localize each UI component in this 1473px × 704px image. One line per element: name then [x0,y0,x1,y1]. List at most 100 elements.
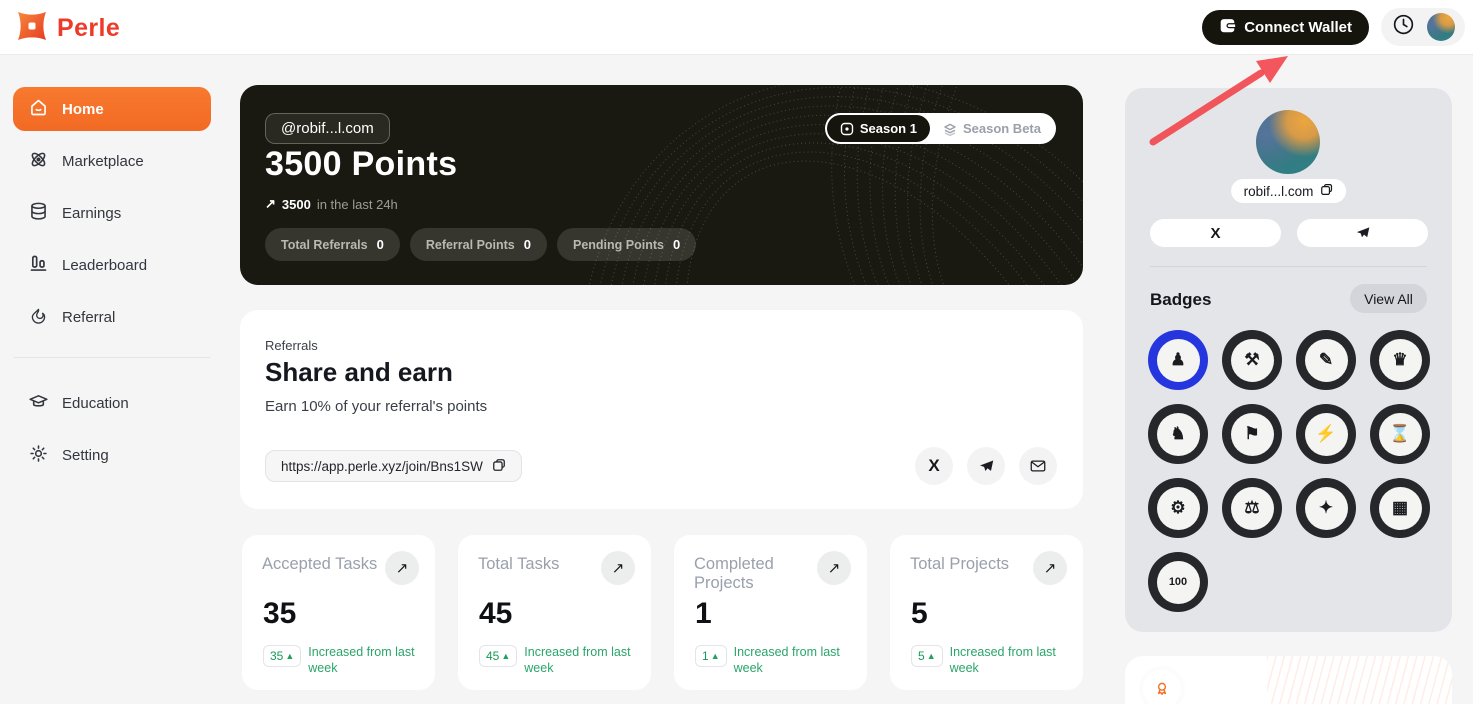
education-cap-icon [28,391,49,416]
sidebar-item-home[interactable]: Home [13,87,211,131]
triangle-up-icon: ▲ [501,651,510,661]
badge-novice[interactable]: ♟ [1148,330,1208,390]
total-referrals-pill: Total Referrals0 [265,228,400,261]
marketplace-icon [28,149,49,174]
triangle-up-icon: ▲ [927,651,936,661]
delta-text: in the last 24h [317,197,398,212]
season-icon [840,122,854,136]
triangle-up-icon: ▲ [711,651,720,661]
copy-icon[interactable] [1320,183,1333,199]
connect-wallet-button[interactable]: Connect Wallet [1202,10,1369,45]
referral-card: Referrals Share and earn Earn 10% of you… [240,310,1083,509]
top-bar: Perle Connect Wallet [0,0,1473,55]
arrow-up-right-icon: ↗ [396,559,409,577]
tab-season-1[interactable]: Season 1 [827,115,930,142]
sidebar-divider [14,357,210,358]
open-completed-projects-button[interactable]: ↗ [817,551,851,585]
telegram-icon [978,458,995,475]
medal-icon [1153,680,1171,698]
banner-stat-pills: Total Referrals0 Referral Points0 Pendin… [265,228,696,261]
stat-change: 5▲ Increased from last week [911,645,1058,676]
share-buttons: X [915,447,1057,485]
points-banner: @robif...l.com 3500 Points ↗ 3500 in the… [240,85,1083,285]
badges-title: Badges [1150,290,1211,310]
layers-icon [943,122,957,136]
gear-icon [28,443,49,468]
profile-avatar [1256,110,1320,174]
stat-value: 35 [263,597,296,631]
arrow-up-right-icon: ↗ [828,559,841,577]
stat-card-total-tasks: Total Tasks ↗ 45 45▲ Increased from last… [458,535,651,690]
arrow-up-right-icon: ↗ [265,196,276,212]
badge-glyph: ⚙ [1170,498,1185,518]
leaderboard-icon [28,253,49,278]
badge-trailblazer[interactable]: ⚑ [1222,404,1282,464]
sidebar-item-referral[interactable]: Referral [13,295,211,339]
profile-name-pill[interactable]: robif...l.com [1231,179,1347,203]
referral-link[interactable]: https://app.perle.xyz/join/Bns1SW [265,450,522,482]
sidebar-item-label: Education [62,395,129,412]
stat-change: 1▲ Increased from last week [695,645,842,676]
badge-combo-master[interactable]: ✦ [1296,478,1356,538]
sidebar-item-label: Home [62,101,104,118]
arrow-up-right-icon: ↗ [1044,559,1057,577]
badge-bug-hunter[interactable]: ⚙ [1148,478,1208,538]
badge-glyph: ♞ [1170,424,1185,444]
stat-value: 45 [479,597,512,631]
badge-speed-demon[interactable]: ⚡ [1296,404,1356,464]
view-all-badges-button[interactable]: View All [1350,284,1427,313]
stat-card-completed-projects: Completed Projects ↗ 1 1▲ Increased from… [674,535,867,690]
share-mail-button[interactable] [1019,447,1057,485]
sidebar-item-label: Referral [62,309,115,326]
telegram-icon [1355,225,1371,241]
user-avatar[interactable] [1427,13,1455,41]
badge-mastermind[interactable]: ♞ [1148,404,1208,464]
badge-combo-master[interactable]: ▦ [1370,478,1430,538]
triangle-up-icon: ▲ [285,651,294,661]
sidebar-item-label: Marketplace [62,153,144,170]
user-handle-chip[interactable]: @robif...l.com [265,113,390,144]
home-icon [28,97,49,122]
points-total: 3500 Points [265,145,457,184]
badge-marathoner[interactable]: ⌛ [1370,404,1430,464]
points-delta: ↗ 3500 in the last 24h [265,196,398,212]
copy-icon[interactable] [492,458,506,475]
sidebar-item-label: Leaderboard [62,257,147,274]
open-total-projects-button[interactable]: ↗ [1033,551,1067,585]
share-x-button[interactable]: X [915,447,953,485]
profile-telegram-button[interactable] [1297,219,1428,247]
sidebar-item-leaderboard[interactable]: Leaderboard [13,243,211,287]
share-telegram-button[interactable] [967,447,1005,485]
clock-icon[interactable] [1391,12,1416,42]
wallet-icon [1219,18,1236,37]
brand-logo[interactable]: Perle [16,10,120,47]
season-toggle: Season 1 Season Beta [825,113,1056,144]
sidebar-item-label: Setting [62,447,109,464]
badge-scholar[interactable]: ✎ [1296,330,1356,390]
badge-glyph: ⚖ [1244,498,1259,518]
badge-researcher[interactable]: ⚒ [1222,330,1282,390]
profile-x-button[interactable]: X [1150,219,1281,247]
badge-accuracy-guardian[interactable]: ⚖ [1222,478,1282,538]
sidebar-item-setting[interactable]: Setting [13,433,211,477]
brand-name: Perle [57,14,120,43]
sidebar-item-marketplace[interactable]: Marketplace [13,139,211,183]
panel-divider [1150,266,1427,267]
referral-title: Share and earn [265,357,453,388]
badge-glyph: ♟ [1170,350,1185,370]
open-accepted-tasks-button[interactable]: ↗ [385,551,419,585]
open-total-tasks-button[interactable]: ↗ [601,551,635,585]
badge-glyph: 100 [1169,576,1187,588]
badge-glyph: ⚑ [1244,424,1259,444]
x-icon: X [1210,225,1220,242]
sidebar-item-education[interactable]: Education [13,381,211,425]
sidebar-item-earnings[interactable]: Earnings [13,191,211,235]
badge-glyph: ♛ [1392,350,1407,370]
badge-professor[interactable]: ♛ [1370,330,1430,390]
delta-value: 3500 [282,197,311,212]
badge-combo-master[interactable]: 100 [1148,552,1208,612]
perle-dashboard: Perle Connect Wallet [0,0,1473,704]
sidebar-item-label: Earnings [62,205,121,222]
arrow-up-right-icon: ↗ [612,559,625,577]
tab-season-beta[interactable]: Season Beta [930,121,1054,136]
